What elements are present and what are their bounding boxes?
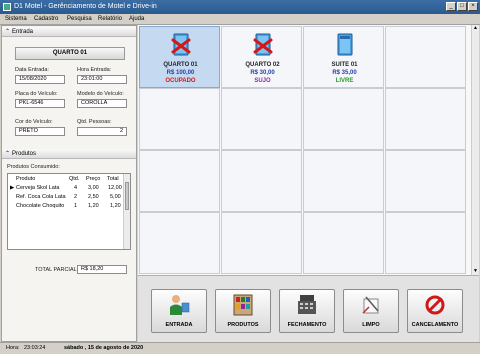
room-dirty-icon (253, 33, 273, 56)
menu-pesquisa[interactable]: Pesquisa (67, 16, 92, 22)
fechamento-button-label: FECHAMENTO (287, 322, 327, 328)
col-preco: Preço (86, 176, 101, 182)
room-cell-quarto-01[interactable]: QUARTO 01 R$ 100,00 OCUPADO (139, 26, 220, 88)
data-entrada-label: Data Entrada: (15, 67, 49, 73)
produtos-button-label: PRODUTOS (227, 322, 259, 328)
room-cell-empty[interactable] (221, 88, 302, 150)
room-price: R$ 100,00 (166, 70, 195, 76)
modelo-label: Modelo do Veículo: (77, 91, 124, 97)
modelo-field[interactable]: COROLLA (77, 99, 127, 108)
person-entry-icon (170, 295, 190, 315)
produtos-section-header[interactable]: ⌃ Produtos (2, 149, 136, 159)
room-cell-empty[interactable] (385, 150, 466, 212)
room-status: SUJO (254, 78, 271, 84)
room-cell-empty[interactable] (385, 88, 466, 150)
placa-field[interactable]: PKL-6546 (15, 99, 65, 108)
scroll-down-icon[interactable]: ▼ (472, 268, 479, 275)
limpo-button[interactable]: LIMPO (343, 289, 399, 333)
room-occupied-icon (171, 33, 191, 56)
room-cell-empty[interactable] (221, 150, 302, 212)
menu-cadastro[interactable]: Cadastro (34, 16, 58, 22)
room-status: OCUPADO (165, 78, 196, 84)
col-qtd: Qtd. (69, 176, 80, 182)
room-status: LIVRE (335, 78, 354, 84)
table-row[interactable]: ▶ Cerveja Skol Lata 4 3,00 12,00 (8, 184, 124, 192)
produtos-table[interactable]: Produto Qtd. Preço Total ▶ Cerveja Skol … (7, 173, 131, 250)
minimize-button[interactable]: _ (446, 2, 456, 11)
room-cell-empty[interactable] (303, 88, 384, 150)
limpo-button-label: LIMPO (362, 322, 380, 328)
clock-time: 23:03:24 (24, 345, 46, 351)
col-produto: Produto (16, 176, 36, 182)
status-bar: Hora: 23:03:24 sábado , 15 de agosto de … (0, 342, 480, 354)
qtd-pessoas-label: Qtd. Pessoas: (77, 119, 112, 125)
app-icon (3, 3, 11, 11)
rooms-grid: QUARTO 01 R$ 100,00 OCUPADO QUARTO 02 R$… (138, 25, 472, 275)
entrada-section-label: Entrada (12, 29, 34, 35)
scroll-up-icon[interactable]: ▲ (472, 25, 479, 32)
room-cell-empty[interactable] (385, 26, 466, 88)
room-cell-empty[interactable] (139, 150, 220, 212)
total-parcial-label: TOTAL PARCIAL: (35, 267, 79, 273)
title-bar: D1 Motel - Gerênciamento de Motel e Driv… (0, 0, 480, 14)
col-total: Total (107, 176, 119, 182)
left-panel: ⌃ Entrada QUARTO 01 Data Entrada: 15/08/… (1, 25, 137, 342)
entrada-section-header[interactable]: ⌃ Entrada (2, 27, 136, 37)
entrada-button[interactable]: ENTRADA (151, 289, 207, 333)
room-cell-empty[interactable] (139, 88, 220, 150)
scroll-thumb[interactable] (125, 182, 129, 210)
table-row[interactable]: Ref. Coca Cola Lata 2 2,50 5,00 (8, 193, 124, 201)
close-button[interactable]: × (468, 2, 478, 11)
hora-label: Hora: (6, 345, 20, 351)
placa-label: Placa do Veículo: (15, 91, 58, 97)
produtos-button[interactable]: PRODUTOS (215, 289, 271, 333)
room-cell-empty[interactable] (385, 212, 466, 274)
cancelamento-button[interactable]: CANCELAMENTO (407, 289, 463, 333)
chevron-up-icon: ⌃ (5, 151, 11, 157)
entrada-button-label: ENTRADA (165, 322, 193, 328)
room-cell-empty[interactable] (139, 212, 220, 274)
produtos-section-label: Produtos (12, 151, 37, 157)
row-current-marker-icon: ▶ (10, 185, 15, 191)
action-bar: ENTRADA PRODUTOS FECHAMENTO LIMPO CANCEL… (138, 275, 479, 343)
menu-sistema[interactable]: Sistema (5, 16, 27, 22)
menu-bar: Sistema Cadastro Pesquisa Relatório Ajud… (0, 14, 480, 25)
table-row[interactable]: Chocolate Choquito 1 1,20 1,20 (8, 202, 124, 210)
room-name: QUARTO 02 (245, 62, 280, 68)
chevron-up-icon: ⌃ (5, 29, 11, 35)
hora-entrada-label: Hora Entrada: (77, 67, 112, 73)
cor-field[interactable]: PRETO (15, 127, 65, 136)
room-cell-quarto-02[interactable]: QUARTO 02 R$ 30,00 SUJO (221, 26, 302, 88)
room-price: R$ 30,00 (250, 70, 275, 76)
window-title: D1 Motel - Gerênciamento de Motel e Driv… (14, 3, 157, 10)
status-date: sábado , 15 de agosto de 2020 (64, 345, 144, 351)
cash-register-icon (298, 295, 316, 314)
room-cell-suite-01[interactable]: SUITE 01 R$ 35,00 LIVRE (303, 26, 384, 88)
room-cell-empty[interactable] (303, 212, 384, 274)
room-free-icon (337, 33, 353, 56)
produtos-consumidos-label: Produtos Consumido: (7, 164, 60, 170)
room-price: R$ 35,00 (332, 70, 357, 76)
cancel-icon (425, 295, 445, 315)
rooms-scrollbar[interactable]: ▲ ▼ (471, 25, 479, 275)
menu-ajuda[interactable]: Ajuda (129, 16, 144, 22)
products-icon (233, 294, 253, 316)
total-parcial-field: R$ 18,20 (77, 265, 127, 274)
data-entrada-field[interactable]: 15/08/2020 (15, 75, 65, 84)
room-name: SUITE 01 (331, 62, 358, 68)
table-scrollbar[interactable] (123, 174, 130, 249)
cancelamento-button-label: CANCELAMENTO (411, 322, 459, 328)
selected-room-button[interactable]: QUARTO 01 (15, 47, 125, 60)
maximize-button[interactable]: □ (457, 2, 467, 11)
fechamento-button[interactable]: FECHAMENTO (279, 289, 335, 333)
menu-relatorio[interactable]: Relatório (98, 16, 122, 22)
qtd-pessoas-field[interactable]: 2 (77, 127, 127, 136)
hora-entrada-field[interactable]: 23:01:00 (77, 75, 127, 84)
room-cell-empty[interactable] (303, 150, 384, 212)
cor-label: Cor do Veículo: (15, 119, 53, 125)
room-cell-empty[interactable] (221, 212, 302, 274)
cleaning-icon (362, 296, 379, 314)
room-name: QUARTO 01 (163, 62, 198, 68)
